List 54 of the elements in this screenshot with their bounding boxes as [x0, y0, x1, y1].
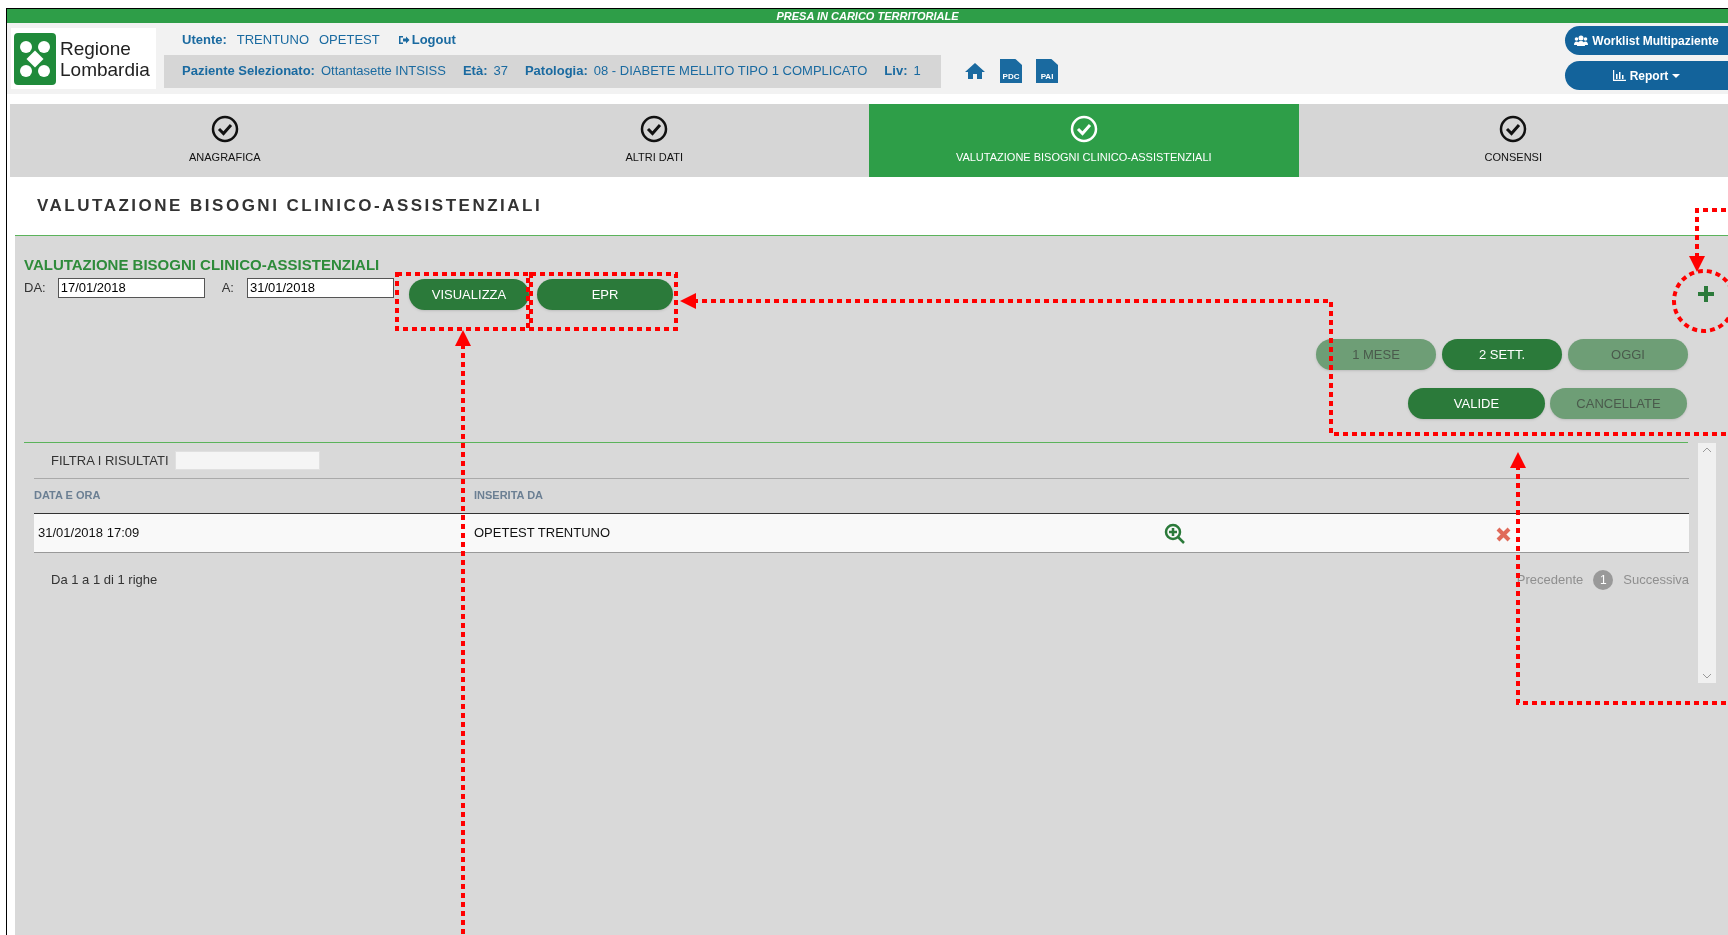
field-value: 08 - DIABETE MELLITO TIPO 1 COMPLICATO	[593, 62, 868, 81]
logout-icon	[397, 34, 410, 45]
check-circle-icon	[1069, 115, 1098, 144]
table-cell-text: OPETEST TRENTUNO	[474, 523, 612, 542]
tab[interactable]: VALUTAZIONE BISOGNI CLINICO-ASSISTENZIALI	[869, 104, 1299, 177]
logo-icon	[14, 32, 56, 85]
page-number[interactable]: 1	[1593, 569, 1614, 590]
scroll-up-icon[interactable]	[1702, 447, 1712, 453]
logout-link[interactable]: Logout	[397, 29, 456, 50]
logo-text: Regione	[60, 37, 132, 59]
filter-field[interactable]	[174, 451, 320, 471]
title-bar: PRESA IN CARICO TERRITORIALE	[7, 9, 1728, 23]
section-title: VALUTAZIONE BISOGNI CLINICO-ASSISTENZIALI	[24, 255, 380, 275]
home-icon[interactable]	[964, 62, 986, 80]
user-name: OPETEST	[319, 30, 380, 49]
filter-button[interactable]: 2 SETT.	[1442, 339, 1562, 370]
document-icon[interactable]: PAI	[1036, 59, 1058, 83]
field-label: Paziente Selezionato:	[182, 62, 315, 81]
check-circle-icon	[210, 115, 239, 144]
field-value: 1	[913, 62, 921, 81]
check-circle-icon	[1499, 115, 1528, 144]
field-label: Liv:	[884, 62, 908, 81]
zoom-in-icon[interactable]	[1164, 522, 1186, 545]
epr-button[interactable]: EPR	[537, 279, 673, 310]
report-button[interactable]: Report	[1565, 61, 1728, 90]
table-row[interactable]: 31/01/2018 17:09 OPETEST TRENTUNO	[34, 512, 1689, 553]
field-label: A:	[221, 279, 234, 298]
view-button[interactable]: VISUALIZZA	[409, 279, 529, 310]
filter-label: FILTRA I RISULTATI	[51, 452, 169, 470]
page-title: VALUTAZIONE BISOGNI CLINICO-ASSISTENZIALI	[37, 195, 543, 218]
user-name: TRENTUNO	[236, 30, 309, 49]
users-icon	[1574, 35, 1589, 46]
logo-text: Lombardia	[60, 58, 150, 80]
caret-icon	[1672, 73, 1681, 78]
date-field[interactable]: 17/01/2018	[57, 278, 205, 298]
add-icon[interactable]	[1697, 285, 1715, 303]
user-label: Utente:	[182, 30, 227, 49]
check-circle-icon	[640, 115, 669, 144]
delete-icon[interactable]	[1496, 526, 1511, 542]
filter-button[interactable]: VALIDE	[1408, 388, 1545, 419]
table-cell-text: 31/01/2018 17:09	[37, 523, 141, 542]
column-header: INSERITA DA	[474, 488, 545, 504]
field-label: Età:	[462, 62, 488, 81]
field-label: DA:	[24, 279, 46, 298]
document-icon[interactable]: PDC	[1000, 59, 1022, 83]
field-label: Patologia:	[524, 62, 588, 81]
bar-chart-icon	[1612, 70, 1626, 81]
pagination-summary: Da 1 a 1 di 1 righe	[51, 570, 158, 589]
column-header: DATA E ORA	[34, 488, 102, 504]
field-value: 37	[493, 62, 508, 81]
date-field[interactable]: 31/01/2018	[246, 278, 394, 298]
scroll-down-icon[interactable]	[1702, 673, 1712, 679]
field-value: Ottantasette INTSISS	[320, 62, 446, 81]
worklist-button[interactable]: Worklist Multipaziente	[1565, 26, 1728, 55]
